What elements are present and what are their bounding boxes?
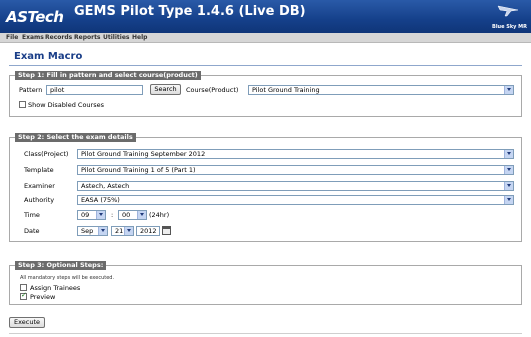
authority-label: Authority (24, 196, 55, 204)
step2-legend: Step 2: Select the exam details (15, 133, 136, 142)
app-header: ASTech GEMS Pilot Type 1.4.6 (Live DB) B… (0, 0, 531, 33)
dropdown-arrow-icon (504, 86, 513, 94)
class-select[interactable]: Pilot Ground Training September 2012 (77, 149, 514, 159)
title-divider (9, 65, 522, 66)
date-month-value: Sep (81, 227, 94, 235)
page-title: Exam Macro (14, 51, 83, 62)
calendar-icon[interactable] (162, 226, 171, 235)
template-select[interactable]: Pilot Ground Training 1 of 5 (Part 1) (77, 165, 514, 175)
dropdown-arrow-icon (504, 166, 513, 174)
assign-trainees-label: Assign Trainees (30, 284, 81, 292)
bottom-divider (9, 333, 522, 334)
preview-label: Preview (30, 293, 56, 301)
brand-logo: Blue Sky MR (477, 3, 527, 31)
step1-fieldset: Step 1: Fill in pattern and select cours… (9, 71, 522, 117)
dropdown-arrow-icon (98, 227, 107, 235)
date-month-select[interactable]: Sep (77, 226, 108, 236)
date-label: Date (24, 227, 40, 235)
mandatory-note: All mandatory steps will be executed. (20, 275, 115, 281)
date-year-input[interactable]: 2012 (136, 226, 160, 236)
dropdown-arrow-icon (504, 196, 513, 204)
time-hour-value: 09 (81, 211, 90, 219)
brand-text: Blue Sky MR (492, 24, 527, 30)
assign-trainees-checkbox[interactable] (20, 284, 27, 291)
time-separator: : (111, 211, 114, 219)
dropdown-arrow-icon (504, 150, 513, 158)
execute-button[interactable]: Execute (9, 317, 45, 328)
examiner-select[interactable]: Astech, Astech (77, 181, 514, 191)
time-label: Time (24, 211, 40, 219)
dropdown-arrow-icon (137, 211, 146, 219)
menu-help[interactable]: Help (132, 34, 147, 41)
menu-exams[interactable]: Exams (22, 34, 44, 41)
menu-file[interactable]: File (6, 34, 18, 41)
template-label: Template (24, 166, 54, 174)
pattern-label: Pattern (19, 86, 43, 94)
class-label: Class(Project) (24, 150, 69, 158)
time-suffix: (24hr) (149, 211, 170, 219)
time-minute-select[interactable]: 00 (118, 210, 147, 220)
dropdown-arrow-icon (124, 227, 133, 235)
step1-legend: Step 1: Fill in pattern and select cours… (15, 71, 201, 80)
search-button[interactable]: Search (150, 84, 181, 95)
dropdown-arrow-icon (504, 182, 513, 190)
course-select[interactable]: Pilot Ground Training (248, 85, 514, 95)
template-select-value: Pilot Ground Training 1 of 5 (Part 1) (81, 166, 196, 174)
class-select-value: Pilot Ground Training September 2012 (81, 150, 206, 158)
date-day-select[interactable]: 21 (111, 226, 134, 236)
show-disabled-label: Show Disabled Courses (28, 101, 104, 109)
show-disabled-checkbox[interactable] (19, 101, 26, 108)
course-label: Course(Product) (186, 86, 239, 94)
menu-bar: File Exams Records Reports Utilities Hel… (0, 33, 531, 43)
app-logo: ASTech (6, 8, 64, 26)
time-minute-value: 00 (122, 211, 131, 219)
step2-fieldset: Step 2: Select the exam details Class(Pr… (9, 133, 522, 242)
preview-checkbox[interactable] (20, 291, 27, 300)
course-select-value: Pilot Ground Training (252, 86, 320, 94)
step3-fieldset: Step 3: Optional Steps: All mandatory st… (9, 261, 522, 305)
dropdown-arrow-icon (96, 211, 105, 219)
authority-select[interactable]: EASA (75%) (77, 195, 514, 205)
examiner-label: Examiner (24, 182, 55, 190)
time-hour-select[interactable]: 09 (77, 210, 106, 220)
authority-select-value: EASA (75%) (81, 196, 120, 204)
menu-records[interactable]: Records (45, 34, 72, 41)
step3-legend: Step 3: Optional Steps: (15, 261, 107, 270)
pattern-input[interactable]: pilot (46, 85, 143, 95)
app-title: GEMS Pilot Type 1.4.6 (Live DB) (74, 4, 306, 19)
menu-utilities[interactable]: Utilities (103, 34, 129, 41)
examiner-select-value: Astech, Astech (81, 182, 130, 190)
date-day-value: 21 (115, 227, 124, 235)
menu-reports[interactable]: Reports (74, 34, 101, 41)
plane-logo-icon (497, 5, 519, 17)
